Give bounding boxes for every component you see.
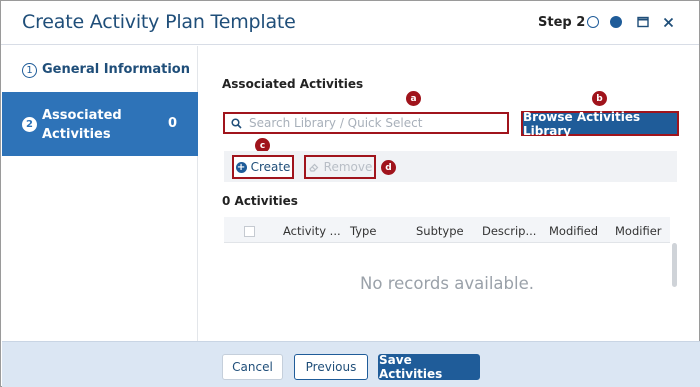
grid-scrollbar[interactable] [671, 217, 679, 340]
column-header-type[interactable]: Type [350, 224, 376, 238]
previous-button[interactable]: Previous [294, 354, 368, 380]
sidebar-item-general-information[interactable]: 1 General Information [2, 56, 198, 84]
callout-badge-b: b [592, 91, 607, 106]
column-header-modifier[interactable]: Modifier [615, 224, 662, 238]
close-icon[interactable] [660, 13, 676, 31]
cancel-button[interactable]: Cancel [222, 354, 283, 380]
eraser-icon [308, 161, 320, 173]
sidebar-item-label: Associated Activities [42, 108, 122, 142]
save-activities-button[interactable]: Save Activities [378, 353, 480, 381]
column-header-modified[interactable]: Modified [549, 224, 598, 238]
browse-activities-library-button[interactable]: Browse Activities Library [521, 110, 679, 138]
activities-grid-header: Activity ... Type Subtype Descrip... Mod… [224, 217, 670, 243]
scrollbar-thumb[interactable] [672, 243, 677, 287]
section-title: Associated Activities [222, 77, 364, 91]
dialog-title: Create Activity Plan Template [22, 11, 296, 33]
column-header-activity[interactable]: Activity ... [283, 224, 341, 238]
activities-count: 0 Activities [222, 194, 298, 208]
dialog-window: Create Activity Plan Template Step 2 1 G… [0, 0, 700, 387]
create-button-label: Create [250, 160, 291, 174]
remove-button-label: Remove [323, 160, 373, 174]
main-panel: Associated Activities a b Browse Activit… [199, 46, 700, 341]
sidebar-item-count: 0 [168, 116, 178, 131]
select-all-checkbox[interactable] [244, 226, 255, 237]
column-header-subtype[interactable]: Subtype [416, 224, 464, 238]
step-indicator-label: Step 2 [538, 15, 586, 30]
search-icon [231, 117, 243, 129]
callout-badge-a: a [406, 91, 421, 106]
step-number-badge: 1 [22, 63, 37, 78]
maximize-icon[interactable] [635, 13, 651, 31]
remove-button[interactable]: Remove [304, 155, 376, 179]
callout-badge-d: d [381, 160, 396, 175]
column-header-description[interactable]: Descrip... [482, 224, 536, 238]
empty-grid-message: No records available. [360, 274, 534, 293]
step-1-dot[interactable] [587, 16, 599, 28]
search-input[interactable] [249, 116, 499, 130]
plus-circle-icon: + [235, 161, 247, 173]
step-2-dot[interactable] [610, 16, 622, 28]
steps-sidebar: 1 General Information 2 Associated Activ… [2, 46, 198, 341]
dialog-header: Create Activity Plan Template Step 2 [1, 1, 699, 45]
sidebar-item-associated-activities[interactable]: 2 Associated Activities 0 [2, 92, 198, 156]
sidebar-item-label: General Information [42, 62, 190, 77]
activities-toolbar: + Create Remove d [224, 151, 677, 182]
create-button[interactable]: + Create [232, 155, 294, 179]
search-field[interactable] [223, 112, 509, 134]
step-number-badge: 2 [22, 117, 37, 132]
dialog-footer: Cancel Previous Save Activities [2, 341, 700, 387]
